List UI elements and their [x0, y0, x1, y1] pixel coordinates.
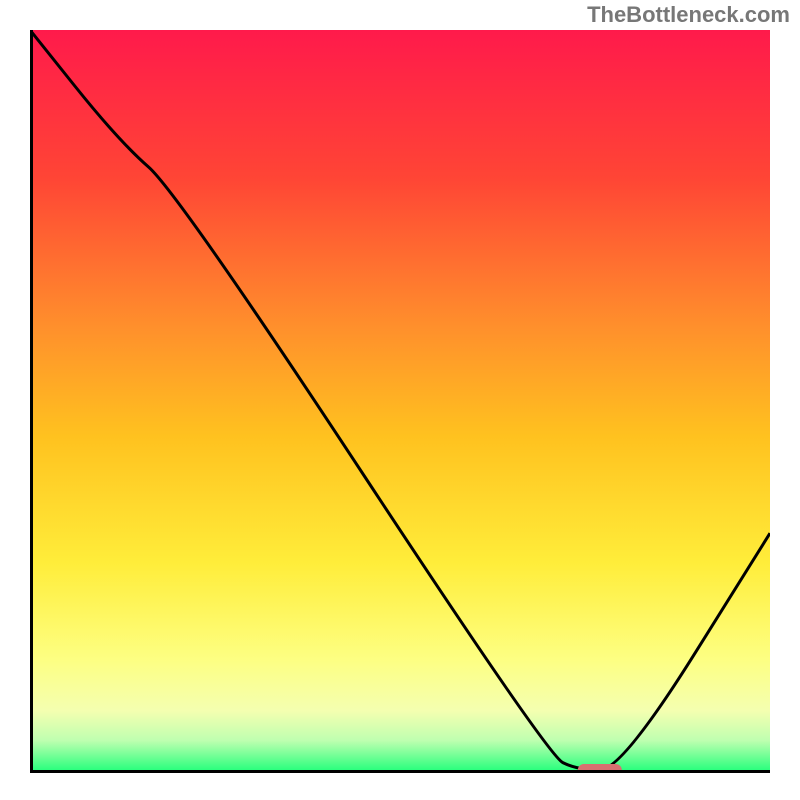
plot-area — [30, 30, 770, 770]
bottleneck-curve — [30, 30, 770, 770]
chart-container: TheBottleneck.com — [0, 0, 800, 800]
x-axis — [30, 770, 770, 773]
watermark-text: TheBottleneck.com — [587, 2, 790, 28]
y-axis — [30, 30, 33, 770]
curve-layer — [30, 30, 770, 770]
